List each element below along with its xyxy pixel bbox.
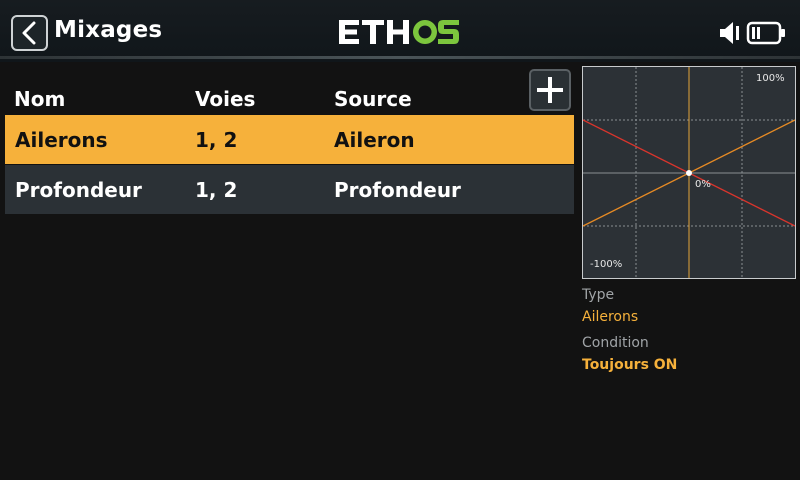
column-header-source[interactable]: Source <box>334 87 412 111</box>
curve-center-label: 0% <box>695 179 711 190</box>
table-row[interactable]: Ailerons 1, 2 Aileron <box>5 115 574 164</box>
type-label: Type <box>582 287 615 303</box>
row-voies: 1, 2 <box>195 178 238 202</box>
battery-icon <box>746 21 785 45</box>
table-row[interactable]: Profondeur 1, 2 Profondeur <box>5 165 574 214</box>
mix-curve-preview: 100% 0% -100% <box>582 66 796 279</box>
curve-max-label: 100% <box>756 73 785 84</box>
ethos-logo <box>339 20 459 44</box>
condition-label: Condition <box>582 335 649 351</box>
back-button[interactable] <box>11 15 48 51</box>
row-source: Aileron <box>334 128 415 152</box>
column-header-nom[interactable]: Nom <box>14 87 65 111</box>
back-arrow-icon <box>22 21 35 45</box>
plus-icon <box>537 77 563 103</box>
row-nom: Profondeur <box>15 178 142 202</box>
curve-min-label: -100% <box>590 259 623 270</box>
top-bar: Mixages <box>0 0 800 62</box>
row-voies: 1, 2 <box>195 128 238 152</box>
curve-graph <box>583 67 795 278</box>
type-value: Ailerons <box>582 309 639 325</box>
row-source: Profondeur <box>334 178 461 202</box>
row-nom: Ailerons <box>15 128 108 152</box>
speaker-icon[interactable] <box>718 20 742 46</box>
curve-center-point <box>686 170 692 176</box>
add-mix-button[interactable] <box>529 69 571 111</box>
condition-value: Toujours ON <box>582 357 678 373</box>
column-header-voies[interactable]: Voies <box>195 87 255 111</box>
page-title: Mixages <box>54 17 163 43</box>
